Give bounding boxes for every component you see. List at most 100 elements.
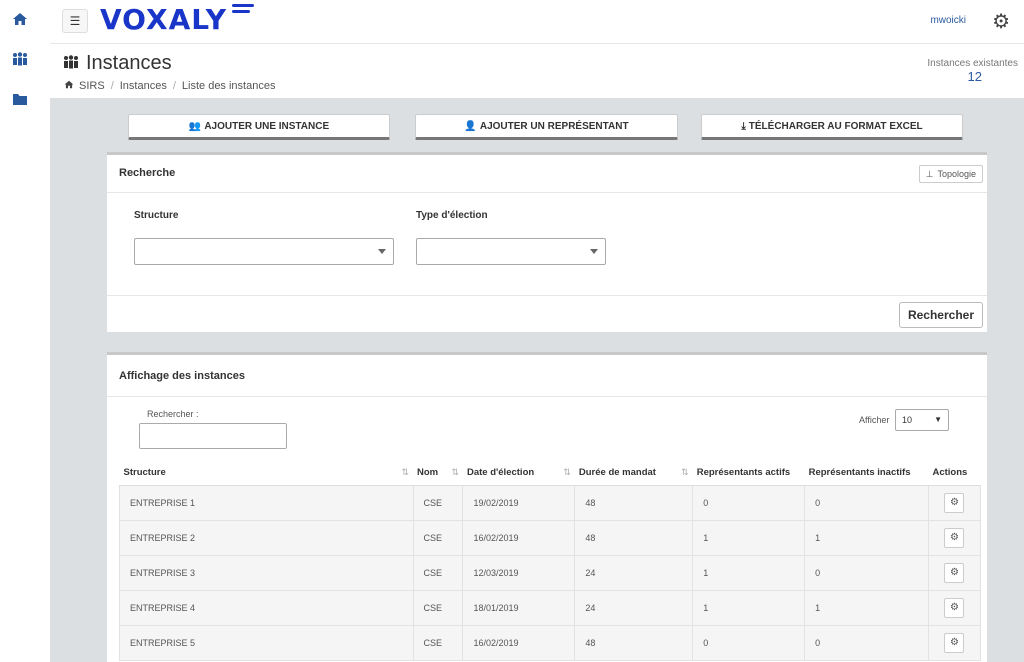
instance-count-value: 12 bbox=[967, 69, 982, 84]
cell-date: 19/02/2019 bbox=[462, 484, 576, 521]
cell-actifs: 1 bbox=[692, 589, 806, 626]
home-icon[interactable] bbox=[10, 10, 30, 28]
sitemap-icon: ⊥ bbox=[925, 168, 934, 179]
cell-structure: ENTREPRISE 4 bbox=[119, 589, 414, 626]
gear-icon: ⚙ bbox=[950, 497, 959, 508]
column-header-inactifs[interactable]: Représentants inactifs bbox=[804, 461, 929, 486]
search-panel-title: Recherche bbox=[119, 167, 176, 179]
cell-inactifs: 0 bbox=[804, 554, 929, 591]
column-header-duree[interactable]: Durée de mandat ⇅ bbox=[574, 461, 693, 486]
gear-icon[interactable]: ⚙ bbox=[992, 9, 1010, 34]
sort-icon: ⇅ bbox=[681, 467, 689, 477]
cell-date: 12/03/2019 bbox=[462, 554, 576, 591]
table-row: ENTREPRISE 1 CSE 19/02/2019 48 0 0 ⚙ bbox=[119, 484, 982, 521]
sort-asc-icon: ⇅ bbox=[401, 467, 410, 477]
table-search-input[interactable] bbox=[139, 423, 287, 449]
caret-down-icon bbox=[590, 249, 598, 254]
column-header-date[interactable]: Date d'élection ⇅ bbox=[462, 461, 575, 486]
cell-nom: CSE bbox=[412, 554, 464, 591]
column-header-nom[interactable]: Nom ⇅ bbox=[413, 461, 463, 486]
username-link[interactable]: mwoicki bbox=[930, 15, 966, 26]
table-row: ENTREPRISE 5 CSE 16/02/2019 48 0 0 ⚙ bbox=[119, 624, 982, 661]
column-header-actifs[interactable]: Représentants actifs bbox=[692, 461, 805, 486]
page-length-select[interactable]: 10 ▼ bbox=[895, 409, 949, 431]
app-logo[interactable]: VOXALY bbox=[100, 3, 227, 36]
instances-panel-title: Affichage des instances bbox=[119, 370, 245, 382]
sort-icon: ⇅ bbox=[563, 467, 571, 477]
logo-lines-icon bbox=[232, 4, 258, 20]
gear-icon: ⚙ bbox=[950, 637, 959, 648]
column-header-structure[interactable]: Structure ⇅ bbox=[119, 461, 414, 486]
cell-duree: 48 bbox=[574, 624, 694, 661]
export-excel-button[interactable]: ⤓ TÉLÉCHARGER AU FORMAT EXCEL bbox=[701, 114, 963, 140]
cell-inactifs: 1 bbox=[804, 519, 929, 556]
download-icon: ⤓ bbox=[741, 120, 746, 132]
row-settings-button[interactable]: ⚙ bbox=[944, 492, 965, 513]
search-button[interactable]: Rechercher bbox=[898, 302, 983, 328]
main-content: 👥 AJOUTER UNE INSTANCE 👤 AJOUTER UN REPR… bbox=[50, 98, 1024, 662]
cell-actions: ⚙ bbox=[927, 519, 982, 556]
users-icon: 👥 bbox=[188, 120, 202, 132]
row-settings-button[interactable]: ⚙ bbox=[944, 527, 965, 548]
cell-structure: ENTREPRISE 3 bbox=[119, 554, 414, 591]
cell-nom: CSE bbox=[412, 484, 464, 521]
cell-actions: ⚙ bbox=[927, 554, 982, 591]
folder-icon[interactable] bbox=[10, 90, 30, 108]
top-bar: ☰ VOXALY mwoicki ⚙ bbox=[50, 0, 1024, 44]
search-panel: Recherche ⊥ Topologie Structure Type d'é… bbox=[107, 152, 987, 332]
add-instance-button[interactable]: 👥 AJOUTER UNE INSTANCE bbox=[128, 114, 390, 140]
breadcrumb-separator: / bbox=[110, 80, 114, 92]
users-icon bbox=[62, 54, 80, 73]
cell-nom: CSE bbox=[412, 624, 464, 661]
gear-icon: ⚙ bbox=[950, 567, 959, 578]
caret-down-icon: ▼ bbox=[934, 415, 942, 424]
structure-select[interactable] bbox=[134, 238, 394, 265]
instances-table: Structure ⇅ Nom ⇅ Date d'élection ⇅ Durée d… bbox=[119, 461, 982, 661]
row-settings-button[interactable]: ⚙ bbox=[944, 597, 965, 618]
cell-date: 16/02/2019 bbox=[462, 519, 576, 556]
cell-actifs: 0 bbox=[692, 484, 806, 521]
instance-count-label: Instances existantes bbox=[927, 58, 1018, 69]
sort-icon: ⇅ bbox=[451, 467, 459, 477]
topology-label: Topologie bbox=[937, 169, 976, 179]
cell-duree: 24 bbox=[574, 589, 694, 626]
breadcrumb-item-list: Liste des instances bbox=[181, 80, 276, 92]
add-representative-button[interactable]: 👤 AJOUTER UN REPRÉSENTANT bbox=[415, 114, 678, 140]
cell-inactifs: 0 bbox=[804, 484, 929, 521]
breadcrumb-item-sirs[interactable]: SIRS bbox=[79, 80, 105, 92]
cell-nom: CSE bbox=[412, 519, 464, 556]
page-length-value: 10 bbox=[902, 415, 913, 425]
row-settings-button[interactable]: ⚙ bbox=[944, 562, 965, 583]
cell-duree: 24 bbox=[574, 554, 694, 591]
column-header-actions: Actions bbox=[928, 461, 981, 486]
cell-structure: ENTREPRISE 2 bbox=[119, 519, 414, 556]
cell-actions: ⚙ bbox=[927, 484, 982, 521]
row-settings-button[interactable]: ⚙ bbox=[944, 632, 965, 653]
cell-actifs: 1 bbox=[692, 519, 806, 556]
instances-panel: Affichage des instances Rechercher : Aff… bbox=[107, 352, 987, 662]
topology-button[interactable]: ⊥ Topologie bbox=[918, 165, 983, 183]
cell-inactifs: 0 bbox=[804, 624, 929, 661]
cell-structure: ENTREPRISE 1 bbox=[119, 484, 414, 521]
cell-actifs: 0 bbox=[692, 624, 806, 661]
hamburger-menu-button[interactable]: ☰ bbox=[62, 9, 88, 33]
home-icon[interactable] bbox=[64, 80, 74, 92]
page-title-text: Instances bbox=[86, 52, 172, 74]
breadcrumb: SIRS / Instances / Liste des instances bbox=[64, 80, 275, 92]
page-title: Instances bbox=[62, 52, 172, 75]
breadcrumb-item-instances[interactable]: Instances bbox=[120, 80, 167, 92]
cell-actifs: 1 bbox=[692, 554, 806, 591]
cell-actions: ⚙ bbox=[927, 589, 982, 626]
hamburger-icon: ☰ bbox=[69, 14, 81, 28]
add-instance-label: AJOUTER UNE INSTANCE bbox=[204, 120, 330, 132]
users-icon[interactable] bbox=[10, 50, 30, 68]
cell-nom: CSE bbox=[412, 589, 464, 626]
page-length-label: Afficher bbox=[859, 415, 890, 425]
table-row: ENTREPRISE 4 CSE 18/01/2019 24 1 1 ⚙ bbox=[119, 589, 982, 626]
page-header: Instances SIRS / Instances / Liste des i… bbox=[50, 44, 1024, 98]
structure-label: Structure bbox=[134, 210, 179, 221]
table-header-row: Structure ⇅ Nom ⇅ Date d'élection ⇅ Durée d… bbox=[119, 461, 981, 486]
election-type-select[interactable] bbox=[416, 238, 606, 265]
user-icon: 👤 bbox=[464, 120, 477, 132]
cell-duree: 48 bbox=[574, 519, 694, 556]
